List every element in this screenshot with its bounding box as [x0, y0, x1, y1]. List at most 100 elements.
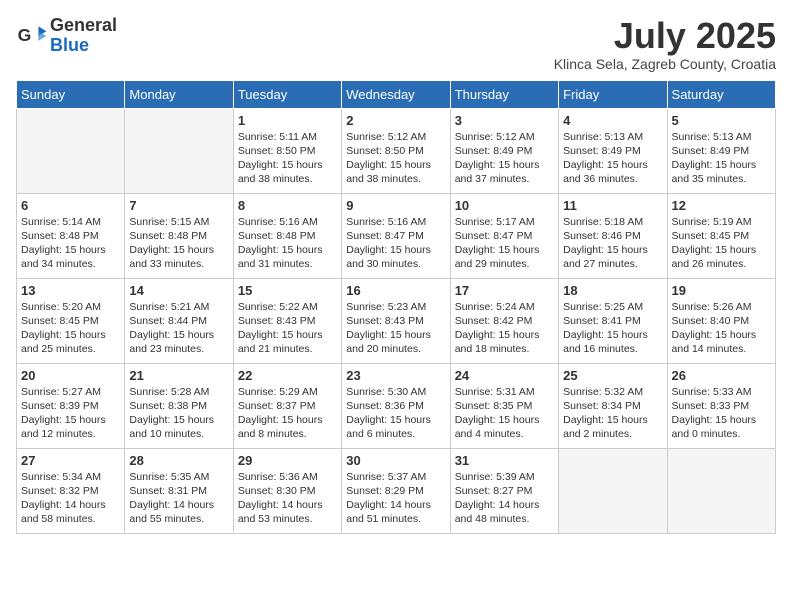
day-info: Sunrise: 5:35 AMSunset: 8:31 PMDaylight:… — [129, 470, 228, 527]
calendar-day-cell: 8 Sunrise: 5:16 AMSunset: 8:48 PMDaylight… — [233, 193, 341, 278]
calendar-day-cell: 6Sunrise: 5:14 AMSunset: 8:48 PMDaylight… — [17, 193, 125, 278]
day-number: 11 — [563, 198, 662, 213]
day-info: Sunrise: 5:28 AMSunset: 8:38 PMDaylight:… — [129, 385, 228, 442]
day-of-week-header: Sunday — [17, 80, 125, 108]
calendar-day-cell: 14 Sunrise: 5:21 AMSunset: 8:44 PMDayligh… — [125, 278, 233, 363]
logo-icon: G — [16, 20, 48, 52]
day-number: 3 — [455, 113, 554, 128]
day-number: 8 — [238, 198, 337, 213]
day-info: Sunrise: 5:23 AMSunset: 8:43 PMDaylight:… — [346, 300, 445, 357]
day-number: 2 — [346, 113, 445, 128]
svg-text:G: G — [18, 25, 32, 45]
day-info: Sunrise: 5:22 AMSunset: 8:43 PMDaylight:… — [238, 300, 337, 357]
day-info: Sunrise: 5:13 AMSunset: 8:49 PMDaylight:… — [563, 130, 662, 187]
calendar-week-row: 20Sunrise: 5:27 AMSunset: 8:39 PMDayligh… — [17, 363, 776, 448]
day-info: Sunrise: 5:14 AMSunset: 8:48 PMDaylight:… — [21, 215, 120, 272]
day-info: Sunrise: 5:12 AMSunset: 8:50 PMDaylight:… — [346, 130, 445, 187]
day-number: 18 — [563, 283, 662, 298]
calendar-day-cell: 4 Sunrise: 5:13 AMSunset: 8:49 PMDaylight… — [559, 108, 667, 193]
calendar-week-row: 13 Sunrise: 5:20 AMSunset: 8:45 PMDayligh… — [17, 278, 776, 363]
day-number: 9 — [346, 198, 445, 213]
calendar-day-cell: 1Sunrise: 5:11 AMSunset: 8:50 PMDaylight… — [233, 108, 341, 193]
day-number: 28 — [129, 453, 228, 468]
day-number: 22 — [238, 368, 337, 383]
day-number: 10 — [455, 198, 554, 213]
day-info: Sunrise: 5:30 AMSunset: 8:36 PMDaylight:… — [346, 385, 445, 442]
day-number: 30 — [346, 453, 445, 468]
day-number: 4 — [563, 113, 662, 128]
day-number: 14 — [129, 283, 228, 298]
day-of-week-header: Saturday — [667, 80, 775, 108]
calendar-day-cell: 15 Sunrise: 5:22 AMSunset: 8:43 PMDayligh… — [233, 278, 341, 363]
day-number: 15 — [238, 283, 337, 298]
calendar-day-cell — [17, 108, 125, 193]
day-info: Sunrise: 5:18 AMSunset: 8:46 PMDaylight:… — [563, 215, 662, 272]
day-of-week-header: Friday — [559, 80, 667, 108]
logo-text: General Blue — [50, 16, 117, 56]
calendar-day-cell: 22 Sunrise: 5:29 AMSunset: 8:37 PMDayligh… — [233, 363, 341, 448]
calendar-day-cell: 10Sunrise: 5:17 AMSunset: 8:47 PMDayligh… — [450, 193, 558, 278]
day-number: 5 — [672, 113, 771, 128]
calendar-day-cell: 5 Sunrise: 5:13 AMSunset: 8:49 PMDaylight… — [667, 108, 775, 193]
day-number: 29 — [238, 453, 337, 468]
logo-general-text: General — [50, 16, 117, 36]
day-number: 13 — [21, 283, 120, 298]
calendar-day-cell: 21 Sunrise: 5:28 AMSunset: 8:38 PMDayligh… — [125, 363, 233, 448]
day-info: Sunrise: 5:13 AMSunset: 8:49 PMDaylight:… — [672, 130, 771, 187]
day-info: Sunrise: 5:20 AMSunset: 8:45 PMDaylight:… — [21, 300, 120, 357]
day-number: 7 — [129, 198, 228, 213]
day-number: 20 — [21, 368, 120, 383]
day-info: Sunrise: 5:33 AMSunset: 8:33 PMDaylight:… — [672, 385, 771, 442]
day-info: Sunrise: 5:36 AMSunset: 8:30 PMDaylight:… — [238, 470, 337, 527]
calendar-day-cell: 18Sunrise: 5:25 AMSunset: 8:41 PMDayligh… — [559, 278, 667, 363]
calendar-day-cell: 29 Sunrise: 5:36 AMSunset: 8:30 PMDayligh… — [233, 448, 341, 533]
day-number: 24 — [455, 368, 554, 383]
day-of-week-header: Tuesday — [233, 80, 341, 108]
calendar-day-cell: 3Sunrise: 5:12 AMSunset: 8:49 PMDaylight… — [450, 108, 558, 193]
calendar-day-cell — [559, 448, 667, 533]
day-info: Sunrise: 5:24 AMSunset: 8:42 PMDaylight:… — [455, 300, 554, 357]
calendar-day-cell — [667, 448, 775, 533]
day-number: 21 — [129, 368, 228, 383]
day-number: 23 — [346, 368, 445, 383]
logo-blue-text: Blue — [50, 36, 117, 56]
calendar-day-cell: 20Sunrise: 5:27 AMSunset: 8:39 PMDayligh… — [17, 363, 125, 448]
calendar-day-cell: 2 Sunrise: 5:12 AMSunset: 8:50 PMDaylight… — [342, 108, 450, 193]
day-number: 25 — [563, 368, 662, 383]
day-info: Sunrise: 5:31 AMSunset: 8:35 PMDaylight:… — [455, 385, 554, 442]
calendar-table: SundayMondayTuesdayWednesdayThursdayFrid… — [16, 80, 776, 534]
calendar-day-cell: 23 Sunrise: 5:30 AMSunset: 8:36 PMDayligh… — [342, 363, 450, 448]
calendar-day-cell: 13 Sunrise: 5:20 AMSunset: 8:45 PMDayligh… — [17, 278, 125, 363]
calendar-day-cell: 28 Sunrise: 5:35 AMSunset: 8:31 PMDayligh… — [125, 448, 233, 533]
calendar-day-cell: 9 Sunrise: 5:16 AMSunset: 8:47 PMDaylight… — [342, 193, 450, 278]
calendar-day-cell: 24 Sunrise: 5:31 AMSunset: 8:35 PMDayligh… — [450, 363, 558, 448]
day-of-week-header: Wednesday — [342, 80, 450, 108]
day-info: Sunrise: 5:21 AMSunset: 8:44 PMDaylight:… — [129, 300, 228, 357]
calendar-header-row: SundayMondayTuesdayWednesdayThursdayFrid… — [17, 80, 776, 108]
day-info: Sunrise: 5:29 AMSunset: 8:37 PMDaylight:… — [238, 385, 337, 442]
calendar-day-cell: 30 Sunrise: 5:37 AMSunset: 8:29 PMDayligh… — [342, 448, 450, 533]
page-header: G General Blue July 2025 Klinca Sela, Za… — [16, 16, 776, 72]
day-number: 12 — [672, 198, 771, 213]
day-number: 26 — [672, 368, 771, 383]
calendar-day-cell — [125, 108, 233, 193]
day-of-week-header: Monday — [125, 80, 233, 108]
day-info: Sunrise: 5:37 AMSunset: 8:29 PMDaylight:… — [346, 470, 445, 527]
day-info: Sunrise: 5:16 AMSunset: 8:47 PMDaylight:… — [346, 215, 445, 272]
day-info: Sunrise: 5:19 AMSunset: 8:45 PMDaylight:… — [672, 215, 771, 272]
calendar-day-cell: 12 Sunrise: 5:19 AMSunset: 8:45 PMDayligh… — [667, 193, 775, 278]
calendar-week-row: 27Sunrise: 5:34 AMSunset: 8:32 PMDayligh… — [17, 448, 776, 533]
title-block: July 2025 Klinca Sela, Zagreb County, Cr… — [554, 16, 776, 72]
logo: G General Blue — [16, 16, 117, 56]
day-info: Sunrise: 5:32 AMSunset: 8:34 PMDaylight:… — [563, 385, 662, 442]
day-info: Sunrise: 5:39 AMSunset: 8:27 PMDaylight:… — [455, 470, 554, 527]
day-number: 17 — [455, 283, 554, 298]
day-number: 16 — [346, 283, 445, 298]
day-info: Sunrise: 5:16 AMSunset: 8:48 PMDaylight:… — [238, 215, 337, 272]
day-info: Sunrise: 5:34 AMSunset: 8:32 PMDaylight:… — [21, 470, 120, 527]
calendar-day-cell: 7Sunrise: 5:15 AMSunset: 8:48 PMDaylight… — [125, 193, 233, 278]
day-info: Sunrise: 5:26 AMSunset: 8:40 PMDaylight:… — [672, 300, 771, 357]
month-title: July 2025 — [554, 16, 776, 56]
day-info: Sunrise: 5:11 AMSunset: 8:50 PMDaylight:… — [238, 130, 337, 187]
calendar-day-cell: 16 Sunrise: 5:23 AMSunset: 8:43 PMDayligh… — [342, 278, 450, 363]
